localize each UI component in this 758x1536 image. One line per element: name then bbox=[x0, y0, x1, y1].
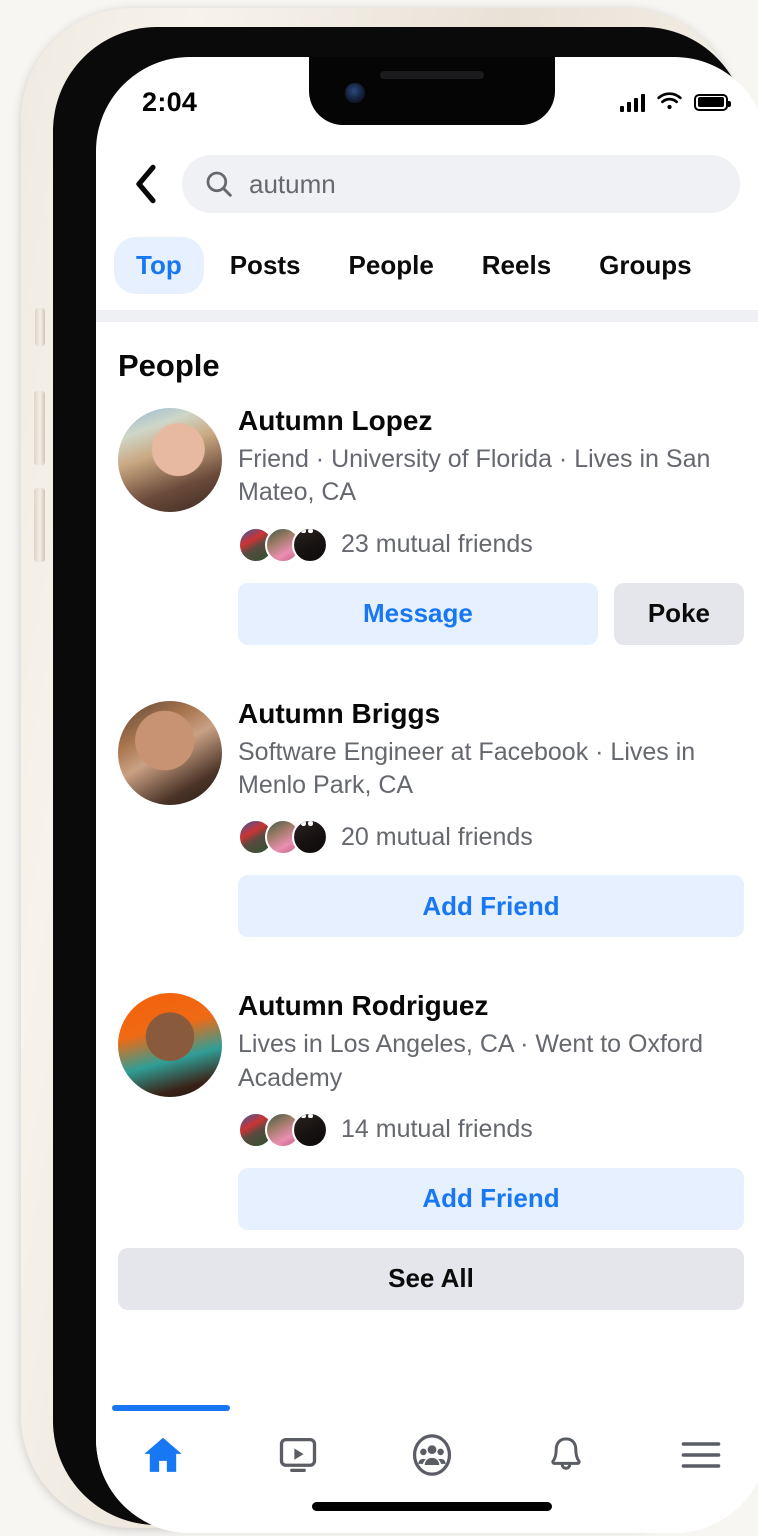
person-name[interactable]: Autumn Lopez bbox=[238, 404, 744, 438]
screenshot-stage: 2:04 autumn Top Posts People Reels Group… bbox=[0, 0, 758, 1536]
avatar[interactable] bbox=[118, 993, 222, 1098]
page-title: People bbox=[118, 348, 220, 383]
bell-icon bbox=[551, 1437, 581, 1470]
mutual-avatar-overflow bbox=[292, 1111, 328, 1148]
person-subtitle: Software Engineer at Facebook · Lives in… bbox=[238, 737, 696, 800]
person-subtitle: Friend · University of Florida · Lives i… bbox=[238, 445, 711, 507]
battery-icon bbox=[694, 93, 731, 111]
mutual-friends-row[interactable]: 23 mutual friends bbox=[238, 526, 744, 563]
results-list: People Autumn Lopez Friend · University … bbox=[96, 322, 758, 1330]
nav-video[interactable] bbox=[250, 1419, 346, 1491]
wifi-icon bbox=[657, 92, 682, 110]
tab-people[interactable]: People bbox=[327, 237, 456, 294]
mutual-friends-count: 23 mutual friends bbox=[341, 530, 533, 559]
tab-reels[interactable]: Reels bbox=[460, 237, 573, 294]
message-button[interactable]: Message bbox=[238, 582, 598, 645]
phone-body: 2:04 autumn Top Posts People Reels Group… bbox=[21, 8, 758, 1533]
nav-home[interactable] bbox=[115, 1419, 211, 1491]
add-friend-button[interactable]: Add Friend bbox=[238, 875, 744, 938]
search-query-text: autumn bbox=[249, 168, 336, 199]
search-input[interactable]: autumn bbox=[182, 155, 740, 213]
mutual-friends-facepile bbox=[238, 819, 328, 856]
search-filter-tabs: Top Posts People Reels Groups bbox=[96, 223, 758, 310]
mutual-friends-row[interactable]: 20 mutual friends bbox=[238, 819, 744, 856]
menu-icon bbox=[681, 1442, 721, 1468]
list-item[interactable]: Autumn Lopez Friend · University of Flor… bbox=[96, 394, 758, 645]
search-header: autumn bbox=[96, 129, 758, 223]
mutual-friends-count: 14 mutual friends bbox=[341, 1115, 533, 1144]
person-info: Autumn Lopez Friend · University of Flor… bbox=[238, 402, 744, 645]
volume-up-button[interactable] bbox=[34, 391, 45, 465]
app-viewport: 2:04 autumn Top Posts People Reels Group… bbox=[96, 57, 758, 1533]
person-actions: Add Friend bbox=[238, 875, 744, 938]
see-all-button[interactable]: See All bbox=[118, 1247, 744, 1310]
video-icon bbox=[279, 1437, 316, 1473]
groups-icon bbox=[412, 1434, 452, 1476]
status-indicators bbox=[620, 92, 731, 112]
notch bbox=[309, 57, 555, 125]
person-actions: Message Poke bbox=[238, 582, 744, 645]
poke-button[interactable]: Poke bbox=[613, 582, 744, 645]
avatar[interactable] bbox=[118, 700, 222, 805]
person-subtitle: Lives in Los Angeles, CA · Went to Oxfor… bbox=[238, 1030, 704, 1092]
list-item[interactable]: Autumn Briggs Software Engineer at Faceb… bbox=[96, 687, 758, 938]
tab-posts[interactable]: Posts bbox=[208, 237, 323, 294]
tab-groups[interactable]: Groups bbox=[577, 237, 713, 294]
mutual-friends-count: 20 mutual friends bbox=[341, 822, 533, 851]
active-tab-indicator bbox=[112, 1405, 230, 1411]
see-all-container: See All bbox=[96, 1230, 758, 1310]
mutual-friends-facepile bbox=[238, 1111, 328, 1148]
search-icon bbox=[206, 171, 232, 197]
earpiece-speaker bbox=[380, 71, 484, 79]
nav-groups[interactable] bbox=[384, 1419, 480, 1491]
nav-notifications[interactable] bbox=[518, 1419, 614, 1491]
add-friend-button[interactable]: Add Friend bbox=[238, 1167, 744, 1230]
person-info: Autumn Rodriguez Lives in Los Angeles, C… bbox=[238, 987, 744, 1230]
phone-bezel: 2:04 autumn Top Posts People Reels Group… bbox=[53, 27, 758, 1533]
volume-down-button[interactable] bbox=[34, 488, 45, 562]
mutual-avatar-overflow bbox=[292, 526, 328, 563]
person-actions: Add Friend bbox=[238, 1167, 744, 1230]
mute-switch-button[interactable] bbox=[35, 308, 45, 346]
person-name[interactable]: Autumn Briggs bbox=[238, 697, 744, 731]
status-time: 2:04 bbox=[142, 86, 198, 117]
mutual-avatar-overflow bbox=[292, 819, 328, 856]
cellular-bars-icon bbox=[620, 93, 645, 112]
mutual-friends-row[interactable]: 14 mutual friends bbox=[238, 1111, 744, 1148]
avatar[interactable] bbox=[118, 408, 222, 512]
phone-screen: 2:04 autumn Top Posts People Reels Group… bbox=[96, 57, 758, 1533]
person-name[interactable]: Autumn Rodriguez bbox=[238, 989, 744, 1023]
mutual-friends-facepile bbox=[238, 526, 328, 563]
front-camera-icon bbox=[345, 83, 365, 103]
section-divider bbox=[96, 310, 758, 322]
list-item[interactable]: Autumn Rodriguez Lives in Los Angeles, C… bbox=[96, 979, 758, 1230]
back-chevron-icon[interactable] bbox=[126, 160, 166, 208]
home-icon bbox=[144, 1437, 182, 1472]
person-info: Autumn Briggs Software Engineer at Faceb… bbox=[238, 695, 744, 938]
tab-top[interactable]: Top bbox=[114, 237, 204, 294]
bottom-navigation-bar bbox=[96, 1405, 758, 1533]
home-indicator[interactable] bbox=[312, 1502, 552, 1511]
nav-menu[interactable] bbox=[653, 1419, 749, 1491]
